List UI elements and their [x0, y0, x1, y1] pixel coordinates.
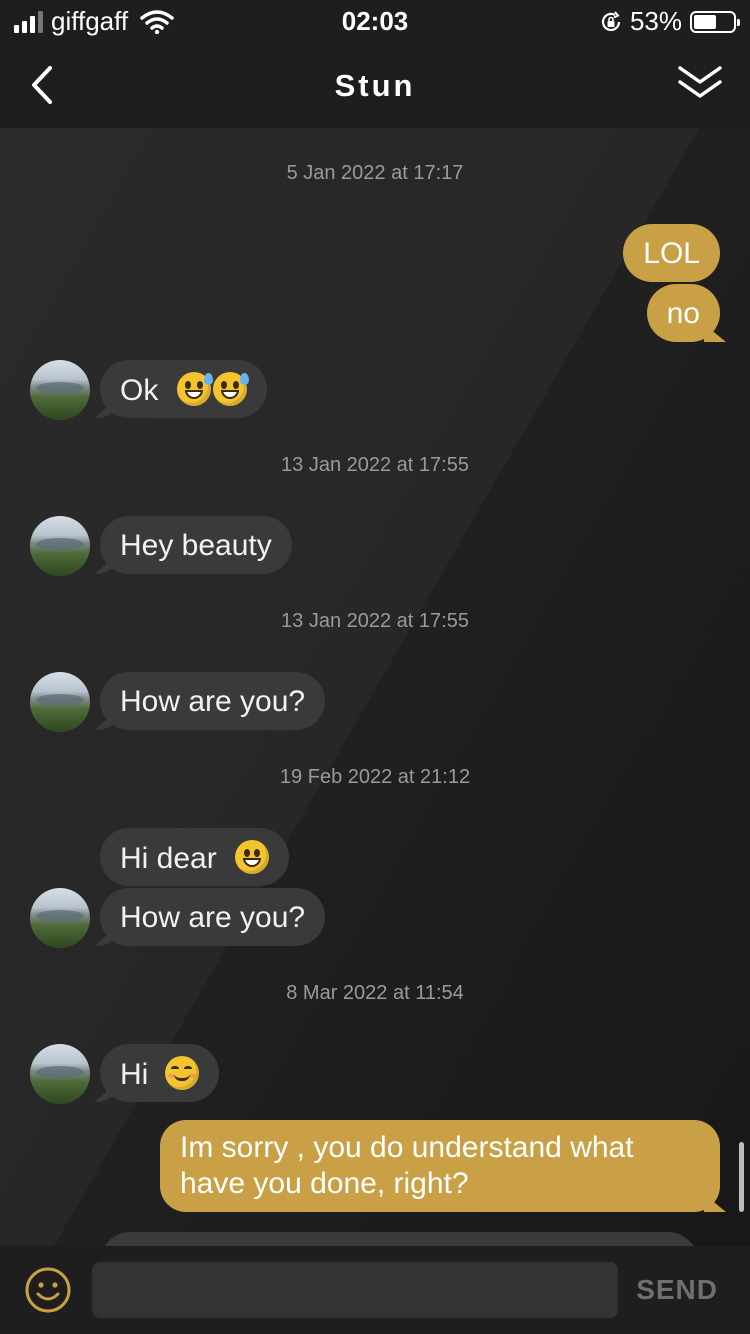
- send-button[interactable]: SEND: [636, 1274, 718, 1306]
- timestamp: 13 Jan 2022 at 17:55: [281, 454, 469, 476]
- message-input[interactable]: [92, 1262, 618, 1318]
- emoji-button[interactable]: [24, 1266, 72, 1314]
- sent-message[interactable]: no: [646, 284, 720, 342]
- received-message-partial[interactable]: [100, 1232, 698, 1246]
- received-message[interactable]: How are you?: [100, 672, 326, 730]
- message-list[interactable]: 5 Jan 2022 at 17:17 LOL no Ok 13 Jan 202…: [0, 128, 750, 1246]
- status-bar: giffgaff 02:03 53%: [0, 0, 750, 44]
- avatar[interactable]: [30, 1044, 90, 1104]
- timestamp: 8 Mar 2022 at 11:54: [286, 982, 464, 1004]
- timestamp: 5 Jan 2022 at 17:17: [286, 162, 464, 184]
- conversation-title: Stun: [334, 68, 416, 103]
- received-message[interactable]: Hi: [100, 1044, 219, 1102]
- message-text: Hi dear: [120, 842, 217, 875]
- message-text: no: [666, 297, 700, 330]
- collapse-button[interactable]: [676, 64, 724, 104]
- smiling-blush-icon: [164, 1056, 199, 1090]
- message-text: Ok: [120, 374, 159, 407]
- message-text: Im sorry , you do understand what have y…: [180, 1131, 634, 1200]
- avatar[interactable]: [30, 516, 90, 576]
- chat-header: Stun: [0, 44, 750, 128]
- avatar[interactable]: [30, 672, 90, 732]
- avatar[interactable]: [30, 360, 90, 420]
- received-message[interactable]: Hey beauty: [100, 516, 292, 574]
- timestamp: 19 Feb 2022 at 21:12: [279, 766, 471, 788]
- sent-message[interactable]: Im sorry , you do understand what have y…: [160, 1120, 720, 1212]
- sent-message[interactable]: LOL: [623, 224, 720, 282]
- received-message[interactable]: Hi dear: [100, 828, 290, 886]
- smiley-icon: [25, 1267, 71, 1313]
- grinning-sweat-icon: [212, 372, 249, 406]
- received-message[interactable]: Ok: [100, 360, 267, 418]
- grinning-sweat-icon: [176, 372, 213, 406]
- scrollbar[interactable]: [739, 1142, 744, 1212]
- message-text: How are you?: [120, 901, 306, 934]
- composer-bar: SEND: [0, 1246, 750, 1334]
- message-text: How are you?: [120, 685, 306, 718]
- status-right: 53%: [600, 6, 740, 37]
- message-text: Hi: [120, 1058, 149, 1091]
- avatar[interactable]: [30, 888, 90, 948]
- message-text: Hey beauty: [120, 529, 272, 562]
- timestamp: 13 Jan 2022 at 17:55: [281, 610, 469, 632]
- received-message[interactable]: How are you?: [100, 888, 326, 946]
- orientation-lock-icon: [601, 10, 621, 31]
- battery-percent: 53%: [629, 6, 682, 36]
- grinning-face-icon: [235, 840, 270, 874]
- message-text: LOL: [643, 237, 700, 270]
- battery-icon: [690, 10, 740, 33]
